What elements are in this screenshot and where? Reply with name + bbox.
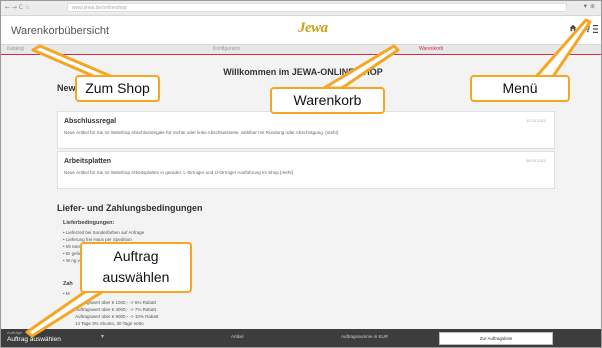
address-bar[interactable]: www.jewa.de/onlineshop xyxy=(67,3,567,12)
step-katalog[interactable]: Katalog xyxy=(7,46,24,52)
news-card-date: 08.03.2021 xyxy=(525,158,546,163)
chevron-down-icon[interactable]: ▾ xyxy=(101,333,104,340)
callout-zum-shop: Zum Shop xyxy=(75,75,160,102)
payment-line: 14 Tage 3% Skonto, 30 Tage netto xyxy=(75,321,144,326)
callout-auftrag-auswaehlen: Auftrag auswählen xyxy=(80,242,192,293)
page-title: Warenkorbübersicht xyxy=(11,25,110,37)
order-select[interactable]: Auftrag auswählen xyxy=(7,336,61,343)
home-icon[interactable] xyxy=(569,24,577,32)
app-header: Warenkorbübersicht Jewa xyxy=(1,16,601,45)
order-list-button[interactable]: Zur Auftragsliste xyxy=(439,332,553,345)
news-card-text: Neue Artikel für Sie im Webshop Arbeitsp… xyxy=(64,170,294,175)
delivery-heading: Lieferbedingungen: xyxy=(63,220,115,226)
terms-heading: Liefer- und Zahlungsbedingungen xyxy=(57,203,203,213)
payment-line: • M xyxy=(63,291,70,296)
screenshot-frame: ← → C ☆ www.jewa.de/onlineshop ▼ ⊕ Waren… xyxy=(0,0,602,348)
callout-auftrag-line2: auswählen xyxy=(102,269,170,285)
step-konfigurator[interactable]: Konfigurator xyxy=(213,46,240,52)
news-card[interactable]: Abschlussregal 12.03.2021 Neue Artikel f… xyxy=(57,111,555,149)
checkout-steps: Katalog Konfigurator Warenkorb xyxy=(1,45,601,55)
order-sum-label: Auftragssumme in EUR xyxy=(341,334,389,339)
payment-heading: Zah xyxy=(63,281,73,287)
browser-nav-buttons[interactable]: ← → C ☆ xyxy=(5,4,30,11)
menu-icon[interactable] xyxy=(593,24,598,34)
payment-line: Auftragswert über € 4000,- -> 7% Rabatt xyxy=(75,307,156,312)
callout-warenkorb: Warenkorb xyxy=(270,87,385,114)
payment-line: Auftragswert über € 1000,- -> 5% Rabatt xyxy=(75,300,156,305)
payment-line: Auftragswert über € 8000,- -> 10% Rabatt xyxy=(75,314,159,319)
news-card-date: 12.03.2021 xyxy=(525,118,546,123)
order-bar: Aufträge Auftrag auswählen ▾ Artikel Auf… xyxy=(1,329,601,347)
news-card-title: Abschlussregal xyxy=(64,118,117,125)
callout-menu: Menü xyxy=(470,75,570,102)
news-card-text: Neue Artikel für Sie im Webshop Abschlus… xyxy=(64,130,339,135)
browser-toolbar: ← → C ☆ www.jewa.de/onlineshop ▼ ⊕ xyxy=(1,1,601,16)
callout-auftrag-line1: Auftrag xyxy=(113,248,159,264)
delivery-line: • Lieferzeit bei Sonderfarben auf Anfrag… xyxy=(63,230,145,235)
order-select-label: Aufträge xyxy=(7,330,23,335)
jewa-logo[interactable]: Jewa xyxy=(298,20,328,37)
news-card-title: Arbeitsplatten xyxy=(64,158,112,165)
news-heading: New xyxy=(57,83,76,93)
browser-extension-icons[interactable]: ▼ ⊕ xyxy=(582,3,595,10)
cart-icon[interactable] xyxy=(581,24,590,33)
step-warenkorb[interactable]: Warenkorb xyxy=(419,46,443,52)
article-column-label: Artikel xyxy=(231,334,244,339)
news-card[interactable]: Arbeitsplatten 08.03.2021 Neue Artikel f… xyxy=(57,151,555,189)
